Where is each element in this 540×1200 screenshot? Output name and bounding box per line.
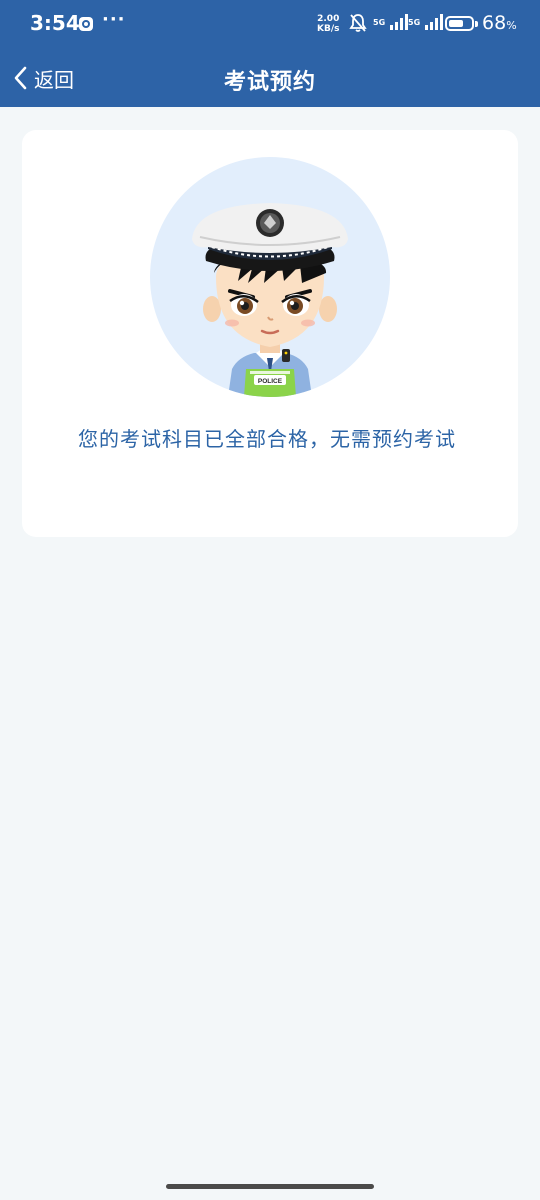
battery-percent: 68% (482, 12, 517, 34)
network-speed: 2.00 KB/s (317, 14, 339, 34)
battery-icon (445, 16, 474, 31)
browser-app-icon (79, 17, 93, 31)
avatar-radio (282, 349, 290, 362)
battery-percent-value: 68 (482, 12, 507, 34)
battery-tip (475, 21, 478, 27)
battery-level-fill (449, 20, 463, 27)
avatar-ear-right (319, 296, 337, 322)
police-officer-avatar: POLICE (150, 157, 390, 397)
cellular-signal-2: 5G (408, 13, 445, 31)
more-notifications-icon: ··· (102, 9, 126, 30)
network-speed-value: 2.00 (317, 14, 340, 24)
battery-percent-unit: % (506, 19, 517, 32)
avatar-ear-left (203, 296, 221, 322)
signal-1-label: 5G (373, 18, 386, 27)
home-indicator[interactable] (166, 1184, 374, 1189)
signal-2-label: 5G (408, 18, 421, 27)
cellular-signal-1: 5G (373, 13, 410, 31)
badge-text: POLICE (258, 378, 283, 385)
network-speed-unit: KB/s (317, 24, 340, 34)
status-bar: 3:54 ··· 2.00 KB/s 5G 5G 68% (0, 0, 540, 48)
page-title: 考试预约 (223, 70, 316, 95)
nav-bar: 返回 考试预约 (0, 48, 540, 107)
status-message: 您的考试科目已全部合格，无需预约考试 (78, 427, 456, 451)
result-card: POLICE 您的考试科目已全部合格，无需预约考试 (22, 130, 518, 537)
bell-muted-icon (348, 13, 368, 37)
status-time: 3:54 (30, 11, 80, 35)
